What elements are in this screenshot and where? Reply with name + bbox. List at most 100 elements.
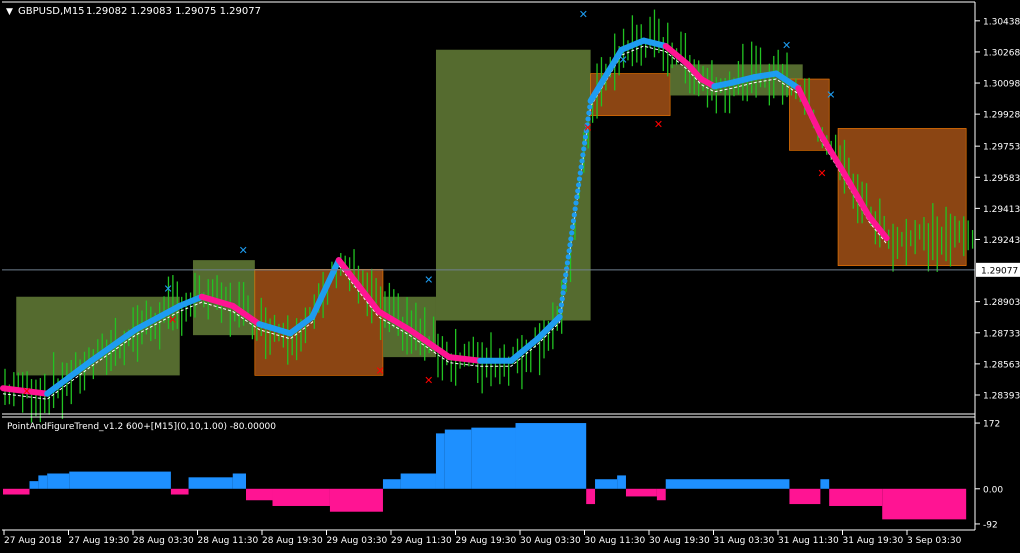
trend-dot-up xyxy=(578,164,584,170)
trend-dot-up xyxy=(560,290,566,296)
trend-dot-up xyxy=(587,104,593,110)
indicator-bar xyxy=(665,479,790,489)
price-tick-label: 1.28393 xyxy=(983,391,1020,401)
trend-dot-up xyxy=(557,308,564,314)
trend-dot-up xyxy=(582,140,588,146)
indicator-bar xyxy=(272,488,330,506)
time-tick-label: 28 Aug 11:30 xyxy=(198,536,259,546)
indicator-bar xyxy=(617,475,626,489)
trend-dot-up xyxy=(561,284,567,290)
indicator-bar xyxy=(515,423,587,489)
indicator-bar xyxy=(400,473,436,489)
trend-dot-up xyxy=(557,314,563,320)
indicator-bar xyxy=(471,427,516,489)
pf-box-up xyxy=(435,49,591,321)
indicator-bar xyxy=(170,488,189,495)
trend-dot-up xyxy=(571,212,577,218)
indicator-bar xyxy=(829,488,883,506)
price-tick-label: 1.29413 xyxy=(983,205,1020,215)
trend-dot-up xyxy=(565,254,571,260)
trend-dot-up xyxy=(563,266,570,272)
chart-window[interactable]: ✕ ✕ ✕ ✕ ✕ ✕ ✕ ✕ ✕ ✕ ✕ ✕ ✕ ✕ 1.29077 1.30438 1.30268 1.300… xyxy=(0,0,1020,549)
indicator-bar xyxy=(3,488,30,495)
indicator-tick-label: 172 xyxy=(983,420,1000,430)
trend-dot-up xyxy=(576,176,583,182)
indicator-bar xyxy=(69,471,171,489)
time-tick-label: 31 Aug 11:30 xyxy=(778,536,839,546)
signal-up-marker: ✕ xyxy=(424,273,433,286)
time-tick-label: 27 Aug 19:30 xyxy=(69,536,130,546)
indicator-bar xyxy=(188,477,233,489)
trend-dot-up xyxy=(575,182,582,188)
time-tick-label: 30 Aug 19:30 xyxy=(649,536,710,546)
price-tick-label: 1.29753 xyxy=(983,143,1020,153)
indicator-bar xyxy=(656,488,666,501)
time-tick-label: 29 Aug 11:30 xyxy=(391,536,452,546)
trend-dot-up xyxy=(559,296,565,302)
indicator-bar xyxy=(882,488,967,520)
indicator-bar xyxy=(444,429,472,489)
time-tick-label: 3 Sep 03:30 xyxy=(907,536,962,546)
trend-segment-up xyxy=(751,70,780,81)
time-tick-label: 27 Aug 2018 xyxy=(4,536,62,546)
trend-dot-up xyxy=(573,200,579,206)
indicator-label: PointAndFigureTrend_v1.2 600+[M15](0,10,… xyxy=(7,422,276,432)
trend-segment-down xyxy=(446,354,484,364)
price-tick-label: 1.30268 xyxy=(983,48,1020,58)
indicator-bar xyxy=(820,479,830,489)
trend-dot-up xyxy=(574,194,580,200)
trend-dot-up xyxy=(586,110,592,116)
trend-dot-up xyxy=(569,224,576,230)
signal-up-marker: ✕ xyxy=(826,88,835,101)
signal-down-marker: ✕ xyxy=(583,121,592,134)
symbol-label: GBPUSD,M15 xyxy=(18,6,85,17)
time-tick-label: 29 Aug 03:30 xyxy=(327,536,388,546)
price-tick-label: 1.30438 xyxy=(983,17,1020,27)
time-tick-label: 29 Aug 19:30 xyxy=(456,536,517,546)
trend-dot-up xyxy=(567,242,573,248)
trend-dot-up xyxy=(580,152,586,158)
trend-dot-up xyxy=(570,218,577,224)
signal-down-marker: ✕ xyxy=(22,385,31,398)
indicator-bar xyxy=(382,479,401,489)
trend-dot-up xyxy=(566,248,572,254)
trend-dot-up xyxy=(564,260,571,266)
price-tick-label: 1.28733 xyxy=(983,329,1020,339)
trend-dot-up xyxy=(562,278,568,284)
time-tick-label: 28 Aug 19:30 xyxy=(262,536,323,546)
signal-up-marker: ✕ xyxy=(163,282,172,295)
indicator-bar xyxy=(38,475,48,489)
indicator-bar xyxy=(232,473,246,489)
signal-down-marker: ✕ xyxy=(168,314,177,327)
indicator-bar xyxy=(789,488,821,505)
price-tick-label: 1.28563 xyxy=(983,360,1020,370)
indicator-tick-label: -92 xyxy=(983,520,998,530)
price-tick-label: 1.29583 xyxy=(983,174,1020,184)
indicator-tick-label: 0.00 xyxy=(983,485,1003,495)
trend-dot-up xyxy=(577,170,583,176)
trend-dot-up xyxy=(568,236,574,242)
signal-up-marker: ✕ xyxy=(619,54,628,67)
time-tick-label: 31 Aug 19:30 xyxy=(843,536,904,546)
signal-down-marker: ✕ xyxy=(424,374,433,387)
indicator-bar xyxy=(435,433,445,489)
indicator-bar xyxy=(246,488,273,501)
price-tick-label: 1.29928 xyxy=(983,111,1020,121)
trend-dot-up xyxy=(569,230,575,236)
indicator-bar xyxy=(29,481,39,489)
indicator-bar xyxy=(625,488,657,497)
signal-down-marker: ✕ xyxy=(817,167,826,180)
trend-dot-up xyxy=(558,302,565,308)
trend-dot-up xyxy=(575,188,581,194)
time-tick-label: 28 Aug 03:30 xyxy=(133,536,194,546)
time-tick-label: 30 Aug 03:30 xyxy=(520,536,581,546)
chart-canvas[interactable]: ✕ ✕ ✕ ✕ ✕ ✕ ✕ ✕ ✕ ✕ ✕ ✕ ✕ ✕ 1.29077 1.30438 1.30268 1.300… xyxy=(0,0,1020,549)
indicator-bar xyxy=(329,488,383,512)
signal-down-marker: ✕ xyxy=(654,118,663,131)
current-price-label: 1.29077 xyxy=(981,266,1018,276)
time-tick-label: 31 Aug 03:30 xyxy=(714,536,775,546)
menu-arrow-icon[interactable]: ▼ xyxy=(6,7,13,17)
price-tick-label: 1.29243 xyxy=(983,236,1020,246)
trend-dot-up xyxy=(581,146,587,152)
trend-dot-up xyxy=(563,272,569,278)
